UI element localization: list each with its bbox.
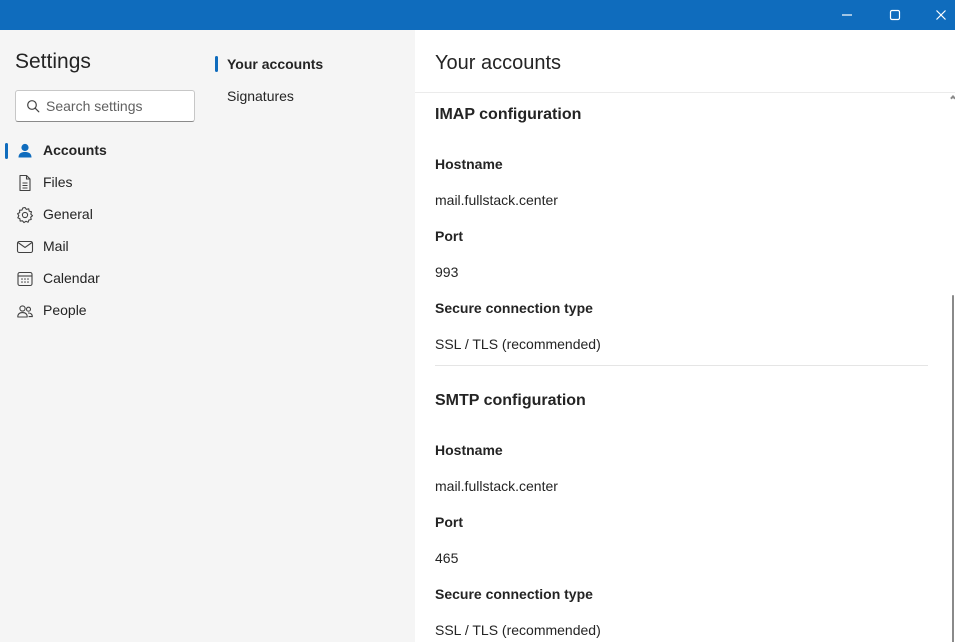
section-divider (435, 365, 928, 366)
document-icon (16, 174, 34, 192)
smtp-hostname-value: mail.fullstack.center (435, 478, 558, 494)
maximize-button[interactable] (872, 0, 918, 30)
subnav-item-your-accounts[interactable]: Your accounts (215, 48, 415, 78)
sidebar-item-label: Calendar (43, 270, 100, 286)
sidebar-item-files[interactable]: Files (0, 166, 215, 198)
sidebar-item-general[interactable]: General (0, 198, 215, 230)
smtp-security-value: SSL / TLS (recommended) (435, 622, 601, 638)
active-indicator (5, 143, 8, 159)
subnav-item-label: Your accounts (227, 56, 324, 72)
sidebar-item-label: Accounts (43, 142, 107, 158)
calendar-icon (16, 270, 34, 288)
smtp-hostname-label: Hostname (435, 442, 503, 458)
subnav-item-signatures[interactable]: Signatures (215, 80, 415, 110)
smtp-section-title: SMTP configuration (435, 392, 586, 409)
imap-section-title: IMAP configuration (435, 106, 582, 123)
smtp-port-value: 465 (435, 550, 459, 566)
sidebar-item-people[interactable]: People (0, 294, 215, 326)
sidebar-item-accounts[interactable]: Accounts (0, 134, 215, 166)
maximize-icon (889, 9, 901, 21)
header-divider (415, 92, 955, 93)
smtp-security-label: Secure connection type (435, 586, 593, 602)
page-title: Your accounts (435, 52, 562, 74)
minimize-icon (842, 14, 852, 16)
people-icon (16, 302, 34, 320)
imap-port-value: 993 (435, 264, 459, 280)
sidebar-item-label: Files (43, 174, 73, 190)
smtp-port-label: Port (435, 514, 463, 530)
search-icon (26, 99, 40, 118)
active-indicator (215, 56, 218, 72)
imap-security-label: Secure connection type (435, 300, 593, 316)
imap-security-value: SSL / TLS (recommended) (435, 336, 601, 352)
person-icon (16, 142, 34, 160)
sidebar-item-label: People (43, 302, 87, 318)
imap-port-label: Port (435, 228, 463, 244)
sidebar-item-mail[interactable]: Mail (0, 230, 215, 262)
sidebar-item-calendar[interactable]: Calendar (0, 262, 215, 294)
envelope-icon (16, 238, 34, 256)
minimize-button[interactable] (824, 0, 870, 30)
settings-content: Your accounts IMAP configuration Hostnam… (415, 30, 955, 642)
search-box[interactable] (15, 90, 195, 122)
scrollbar-thumb[interactable] (952, 295, 954, 642)
subnav-item-label: Signatures (227, 88, 294, 104)
scroll-up-icon[interactable] (950, 95, 955, 101)
close-icon (936, 10, 946, 20)
sidebar-item-label: General (43, 206, 93, 222)
sidebar-item-label: Mail (43, 238, 69, 254)
settings-title: Settings (15, 50, 91, 73)
settings-subnav: Your accounts Signatures (215, 30, 415, 642)
search-input[interactable] (46, 91, 191, 121)
imap-hostname-value: mail.fullstack.center (435, 192, 558, 208)
gear-icon (16, 206, 34, 224)
title-bar (0, 0, 955, 30)
settings-sidebar: Settings Accounts Files General Mail (0, 30, 215, 642)
close-button[interactable] (918, 0, 955, 30)
imap-hostname-label: Hostname (435, 156, 503, 172)
